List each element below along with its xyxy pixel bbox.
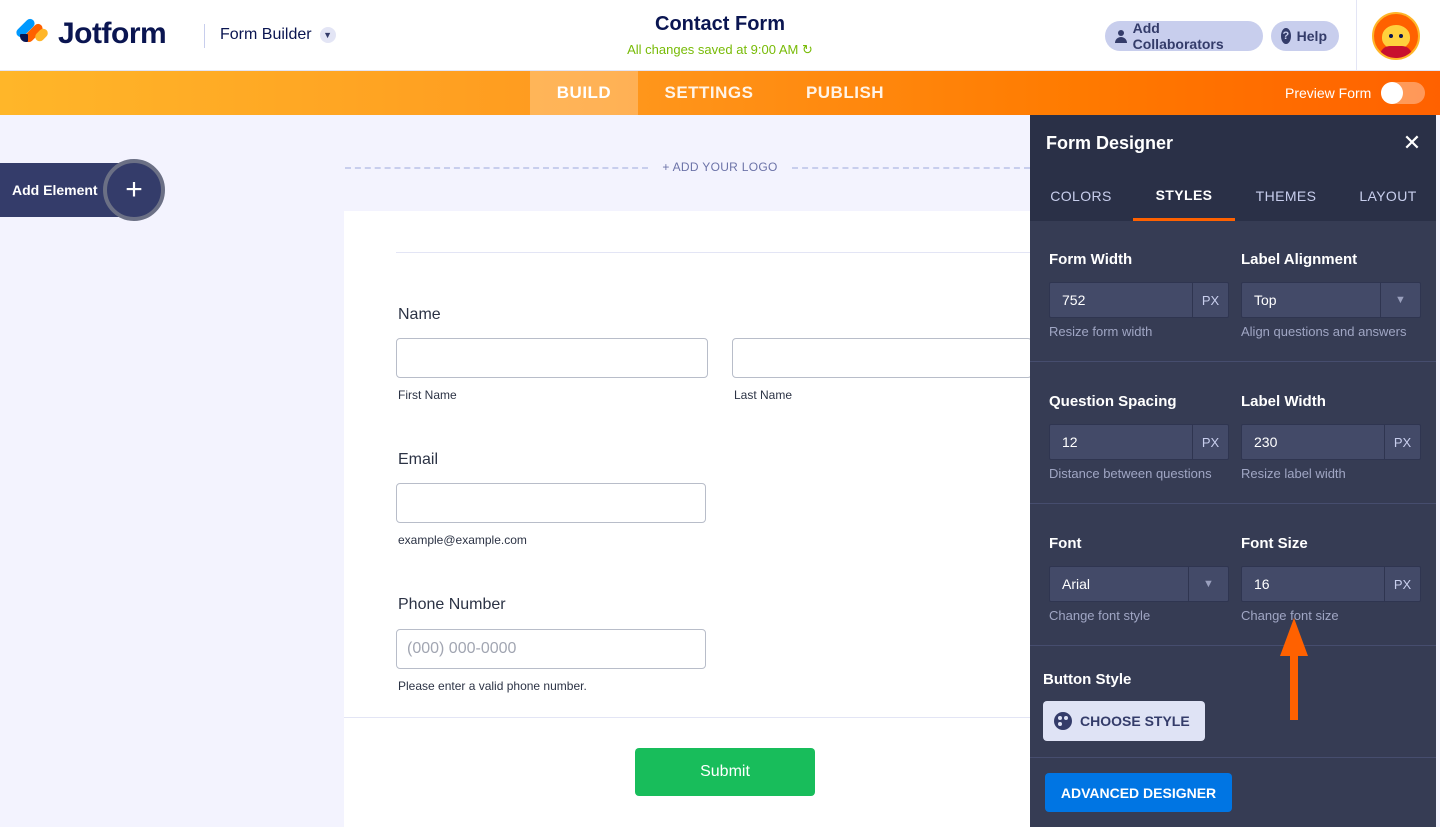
close-icon[interactable]: ✕ <box>1398 129 1426 157</box>
form-width-hint: Resize form width <box>1049 324 1153 339</box>
email-input[interactable] <box>396 483 706 523</box>
form-title[interactable]: Contact Form <box>520 13 920 36</box>
tab-publish[interactable]: PUBLISH <box>790 71 900 115</box>
phone-input[interactable]: (000) 000-0000 <box>396 629 706 669</box>
name-label: Name <box>398 306 441 323</box>
tab-build[interactable]: BUILD <box>530 71 638 115</box>
font-select[interactable]: Arial ▼ <box>1049 566 1229 602</box>
builder-navbar: BUILD SETTINGS PUBLISH Preview Form <box>0 71 1440 115</box>
preview-form-toggle[interactable] <box>1381 82 1426 104</box>
phone-label: Phone Number <box>398 596 506 613</box>
label-width-label: Label Width <box>1241 393 1326 410</box>
add-element-label: Add Element <box>12 182 98 198</box>
submit-button[interactable]: Submit <box>635 748 815 796</box>
question-spacing-unit: PX <box>1192 425 1228 459</box>
panel-header: Form Designer ✕ <box>1030 115 1440 171</box>
user-icon <box>1115 29 1127 43</box>
add-collaborators-label: Add Collaborators <box>1132 20 1224 52</box>
refresh-icon[interactable]: ↻ <box>802 42 813 57</box>
tab-styles[interactable]: STYLES <box>1133 171 1235 221</box>
preview-form-label: Preview Form <box>1285 85 1372 101</box>
tab-colors[interactable]: COLORS <box>1030 171 1132 221</box>
logo-dashed-line-left <box>345 167 648 169</box>
palette-icon <box>1054 712 1072 730</box>
font-size-label: Font Size <box>1241 535 1308 552</box>
submit-divider <box>344 717 1030 718</box>
section-divider <box>1030 361 1440 362</box>
font-hint: Change font style <box>1049 608 1151 623</box>
font-size-field[interactable]: 16 PX <box>1241 566 1421 602</box>
avatar-divider <box>1356 0 1357 71</box>
chevron-down-icon: ▼ <box>319 27 336 43</box>
chevron-down-icon: ▼ <box>1188 567 1228 601</box>
tab-themes[interactable]: THEMES <box>1235 171 1337 221</box>
last-name-sublabel: Last Name <box>734 388 793 402</box>
question-spacing-hint: Distance between questions <box>1049 466 1212 481</box>
font-size-value[interactable]: 16 <box>1242 567 1384 601</box>
label-width-value[interactable]: 230 <box>1242 425 1384 459</box>
choose-style-button[interactable]: CHOOSE STYLE <box>1043 701 1205 741</box>
button-style-label: Button Style <box>1043 671 1132 688</box>
top-header: Jotform Form Builder ▼ Contact Form All … <box>0 0 1440 71</box>
page-edge <box>1436 115 1440 827</box>
form-card: Name First Name Last Name Email example@… <box>344 211 1036 827</box>
tab-settings[interactable]: SETTINGS <box>648 71 770 115</box>
form-width-unit: PX <box>1192 283 1228 317</box>
save-status: All changes saved at 9:00 AM ↻ <box>520 42 920 58</box>
panel-title: Form Designer <box>1046 133 1174 153</box>
tab-layout[interactable]: LAYOUT <box>1337 171 1439 221</box>
label-alignment-select[interactable]: Top ▼ <box>1241 282 1421 318</box>
avatar[interactable] <box>1372 12 1420 60</box>
brand-name: Jotform <box>58 17 167 50</box>
label-width-field[interactable]: 230 PX <box>1241 424 1421 460</box>
font-value: Arial <box>1062 576 1091 592</box>
form-builder-dropdown[interactable]: Form Builder ▼ <box>220 26 336 44</box>
save-status-text: All changes saved at 9:00 AM <box>627 42 799 57</box>
advanced-designer-button[interactable]: ADVANCED DESIGNER <box>1045 773 1232 812</box>
email-sublabel: example@example.com <box>398 533 527 547</box>
question-spacing-field[interactable]: 12 PX <box>1049 424 1229 460</box>
question-spacing-label: Question Spacing <box>1049 393 1177 410</box>
form-width-field[interactable]: 752 PX <box>1049 282 1229 318</box>
add-collaborators-button[interactable]: Add Collaborators <box>1105 20 1263 52</box>
form-width-label: Form Width <box>1049 251 1133 268</box>
label-width-hint: Resize label width <box>1241 466 1346 481</box>
help-label: Help <box>1296 28 1327 44</box>
logo-dashed-line-right <box>792 167 1030 169</box>
jotform-logo[interactable]: Jotform <box>14 17 167 51</box>
choose-style-label: CHOOSE STYLE <box>1080 713 1190 729</box>
first-name-input[interactable] <box>396 338 708 378</box>
phone-sublabel: Please enter a valid phone number. <box>398 679 587 693</box>
label-alignment-value: Top <box>1254 292 1277 308</box>
last-name-input[interactable] <box>732 338 1032 378</box>
email-label: Email <box>398 451 439 468</box>
font-size-unit: PX <box>1384 567 1420 601</box>
question-spacing-value[interactable]: 12 <box>1050 425 1192 459</box>
font-label: Font <box>1049 535 1082 552</box>
form-title-area: Contact Form All changes saved at 9:00 A… <box>520 13 920 58</box>
preview-form-toggle-area: Preview Form <box>1285 82 1426 104</box>
label-width-unit: PX <box>1384 425 1420 459</box>
jotform-logo-icon <box>14 17 50 50</box>
question-icon: ? <box>1281 28 1291 44</box>
form-builder-label: Form Builder <box>220 26 312 43</box>
designer-tabs: COLORS STYLES THEMES LAYOUT <box>1030 171 1440 221</box>
header-divider <box>204 24 205 48</box>
section-divider <box>1030 503 1440 504</box>
section-divider <box>1030 757 1440 758</box>
annotation-arrow-icon <box>1280 618 1308 720</box>
chevron-down-icon: ▼ <box>1380 283 1420 317</box>
help-button[interactable]: ? Help <box>1271 21 1339 51</box>
form-width-value[interactable]: 752 <box>1050 283 1192 317</box>
section-divider <box>1030 645 1440 646</box>
label-alignment-hint: Align questions and answers <box>1241 324 1407 339</box>
add-element-button[interactable]: Add Element + <box>0 159 165 221</box>
form-header-divider <box>396 252 1036 253</box>
add-logo-button[interactable]: + ADD YOUR LOGO <box>650 160 790 174</box>
plus-icon[interactable]: + <box>103 159 165 221</box>
first-name-sublabel: First Name <box>398 388 457 402</box>
label-alignment-label: Label Alignment <box>1241 251 1358 268</box>
